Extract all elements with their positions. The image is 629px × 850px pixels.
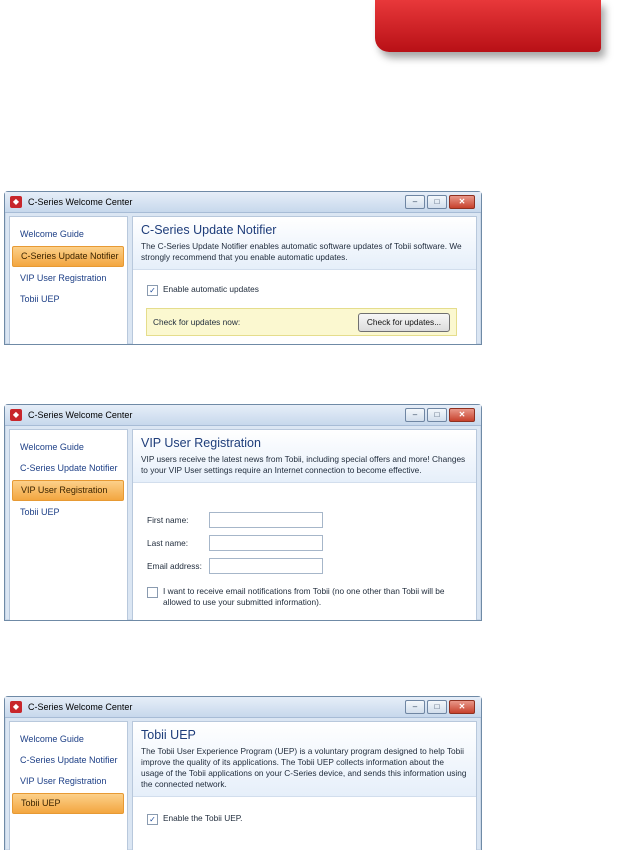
first-name-row: First name: [147, 512, 323, 528]
email-label: Email address: [147, 561, 202, 571]
sidebar-item-tobii-uep[interactable]: Tobii UEP [12, 290, 124, 309]
title-bar[interactable]: ◆ C-Series Welcome Center – □ ✕ [5, 405, 481, 426]
page-title: Tobii UEP [141, 728, 196, 742]
sidebar-item-vip-registration[interactable]: VIP User Registration [12, 480, 124, 501]
sidebar-nav: Welcome Guide C-Series Update Notifier V… [9, 721, 128, 850]
last-name-label: Last name: [147, 538, 189, 548]
check-for-updates-button[interactable]: Check for updates... [358, 313, 450, 332]
panel-header: C-Series Update Notifier The C-Series Up… [133, 217, 476, 270]
email-input[interactable] [209, 558, 323, 574]
page-description: The C-Series Update Notifier enables aut… [141, 241, 462, 262]
title-bar[interactable]: ◆ C-Series Welcome Center – □ ✕ [5, 192, 481, 213]
sidebar-nav: Welcome Guide C-Series Update Notifier V… [9, 216, 128, 344]
welcome-center-window-uep: ◆ C-Series Welcome Center – □ ✕ Welcome … [4, 696, 482, 850]
minimize-button[interactable]: – [405, 408, 425, 422]
email-notify-label: I want to receive email notifications fr… [163, 586, 445, 607]
page-description: VIP users receive the latest news from T… [141, 454, 466, 475]
minimize-button[interactable]: – [405, 700, 425, 714]
maximize-button[interactable]: □ [427, 408, 447, 422]
welcome-center-window-update: ◆ C-Series Welcome Center – □ ✕ Welcome … [4, 191, 482, 345]
sidebar-item-tobii-uep[interactable]: Tobii UEP [12, 793, 124, 814]
email-row: Email address: [147, 558, 323, 574]
welcome-center-window-vip: ◆ C-Series Welcome Center – □ ✕ Welcome … [4, 404, 482, 621]
panel-header: Tobii UEP The Tobii User Experience Prog… [133, 722, 476, 797]
app-icon: ◆ [10, 701, 22, 713]
maximize-button[interactable]: □ [427, 700, 447, 714]
check-updates-box: Check for updates now: Check for updates… [146, 308, 457, 336]
sidebar-item-vip-registration[interactable]: VIP User Registration [12, 772, 124, 791]
sidebar-nav: Welcome Guide C-Series Update Notifier V… [9, 429, 128, 620]
sidebar-item-welcome-guide[interactable]: Welcome Guide [12, 730, 124, 749]
app-icon: ◆ [10, 196, 22, 208]
close-button[interactable]: ✕ [449, 408, 475, 422]
email-notify-checkbox-row[interactable]: I want to receive email notifications fr… [147, 586, 462, 608]
sidebar-item-welcome-guide[interactable]: Welcome Guide [12, 225, 124, 244]
sidebar-item-vip-registration[interactable]: VIP User Registration [12, 269, 124, 288]
page-title: VIP User Registration [141, 436, 261, 450]
main-panel: VIP User Registration VIP users receive … [132, 429, 477, 620]
first-name-label: First name: [147, 515, 189, 525]
email-notify-checkbox[interactable] [147, 587, 158, 598]
close-button[interactable]: ✕ [449, 195, 475, 209]
sidebar-item-update-notifier[interactable]: C-Series Update Notifier [12, 751, 124, 770]
red-decorative-tab [375, 0, 601, 52]
uep-checkbox-row[interactable]: ✓ Enable the Tobii UEP. [147, 813, 243, 825]
uep-checkbox[interactable]: ✓ [147, 814, 158, 825]
check-updates-label: Check for updates now: [153, 317, 241, 327]
first-name-input[interactable] [209, 512, 323, 528]
app-icon: ◆ [10, 409, 22, 421]
sidebar-item-tobii-uep[interactable]: Tobii UEP [12, 503, 124, 522]
last-name-row: Last name: [147, 535, 323, 551]
auto-update-checkbox[interactable]: ✓ [147, 285, 158, 296]
last-name-input[interactable] [209, 535, 323, 551]
close-button[interactable]: ✕ [449, 700, 475, 714]
minimize-button[interactable]: – [405, 195, 425, 209]
window-title: C-Series Welcome Center [28, 197, 133, 207]
sidebar-item-update-notifier[interactable]: C-Series Update Notifier [12, 246, 124, 267]
uep-label: Enable the Tobii UEP. [163, 813, 243, 823]
maximize-button[interactable]: □ [427, 195, 447, 209]
window-title: C-Series Welcome Center [28, 702, 133, 712]
page-description: The Tobii User Experience Program (UEP) … [141, 746, 467, 789]
title-bar[interactable]: ◆ C-Series Welcome Center – □ ✕ [5, 697, 481, 718]
main-panel: C-Series Update Notifier The C-Series Up… [132, 216, 477, 344]
page-title: C-Series Update Notifier [141, 223, 277, 237]
window-title: C-Series Welcome Center [28, 410, 133, 420]
main-panel: Tobii UEP The Tobii User Experience Prog… [132, 721, 477, 850]
auto-update-checkbox-row[interactable]: ✓ Enable automatic updates [147, 284, 259, 296]
auto-update-label: Enable automatic updates [163, 284, 259, 294]
sidebar-item-update-notifier[interactable]: C-Series Update Notifier [12, 459, 124, 478]
panel-header: VIP User Registration VIP users receive … [133, 430, 476, 483]
sidebar-item-welcome-guide[interactable]: Welcome Guide [12, 438, 124, 457]
